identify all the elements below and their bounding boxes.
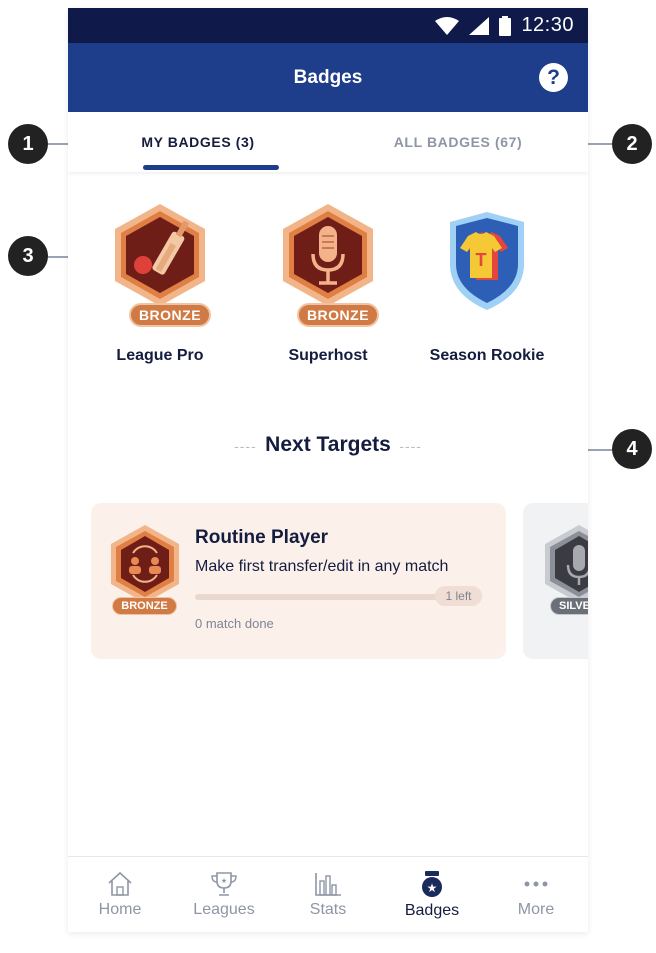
more-icon	[524, 881, 548, 886]
target-card[interactable]: BRONZE Routine Player Make first transfe…	[91, 503, 506, 659]
home-icon	[108, 871, 132, 896]
status-time: 12:30	[521, 14, 574, 36]
app-header: Badges ?	[68, 43, 588, 112]
remaining-badge: 1 left	[435, 586, 482, 606]
nav-label: Home	[98, 900, 142, 918]
nav-stats[interactable]: Stats	[276, 857, 380, 932]
tier-tag: BRONZE	[112, 597, 177, 615]
tier-tag: BRONZE	[297, 303, 379, 327]
battery-icon	[499, 15, 512, 36]
nav-label: Stats	[309, 900, 347, 918]
bottom-nav: Home ★ Leagues Stats ★ Badges More	[68, 856, 588, 932]
signal-icon	[469, 16, 490, 35]
target-description: Make first transfer/edit in any match	[195, 558, 449, 575]
nav-label: Badges	[404, 901, 460, 919]
badge-name: Superhost	[288, 347, 368, 364]
section-title: Next Targets	[265, 433, 391, 456]
nav-more[interactable]: More	[484, 857, 588, 932]
svg-text:★: ★	[427, 881, 438, 895]
status-bar: 12:30	[68, 8, 588, 43]
bar-chart-icon	[315, 872, 341, 896]
badge-name: Season Rookie	[429, 347, 545, 364]
active-tab-indicator	[143, 165, 279, 170]
callout-2: 2	[612, 124, 652, 164]
jersey-shield-icon: T	[450, 212, 524, 310]
badge-name: League Pro	[116, 347, 204, 364]
help-button[interactable]: ?	[539, 63, 568, 92]
phone-screen: 12:30 Badges ? MY BADGES (3) ALL BADGES …	[68, 8, 588, 932]
tier-tag: SILVE	[550, 597, 588, 615]
medal-icon: ★	[422, 870, 442, 897]
callout-4: 4	[612, 429, 652, 469]
badges-grid: BRONZE League Pro BRONZE Superhost T Sea…	[68, 202, 588, 372]
callout-3: 3	[8, 236, 48, 276]
nav-label: More	[517, 900, 555, 918]
target-card[interactable]: SILVE	[523, 503, 588, 659]
nav-label: Leagues	[193, 900, 255, 918]
tab-all-badges[interactable]: ALL BADGES (67)	[328, 112, 588, 172]
trophy-icon: ★	[211, 871, 237, 896]
progress-done-label: 0 match done	[195, 616, 274, 631]
tier-tag: BRONZE	[129, 303, 211, 327]
next-targets-header: ---- Next Targets ----	[68, 433, 588, 457]
svg-text:T: T	[476, 250, 487, 270]
page-title: Badges	[293, 66, 363, 88]
nav-home[interactable]: Home	[68, 857, 172, 932]
svg-text:★: ★	[221, 877, 227, 885]
divider-right: ----	[399, 438, 422, 454]
nav-badges[interactable]: ★ Badges	[380, 857, 484, 932]
tab-bar: MY BADGES (3) ALL BADGES (67)	[68, 112, 588, 172]
target-title: Routine Player	[195, 527, 329, 548]
divider-left: ----	[234, 438, 257, 454]
tab-my-badges[interactable]: MY BADGES (3)	[68, 112, 328, 172]
nav-leagues[interactable]: ★ Leagues	[172, 857, 276, 932]
wifi-icon	[435, 16, 460, 35]
callout-1: 1	[8, 124, 48, 164]
